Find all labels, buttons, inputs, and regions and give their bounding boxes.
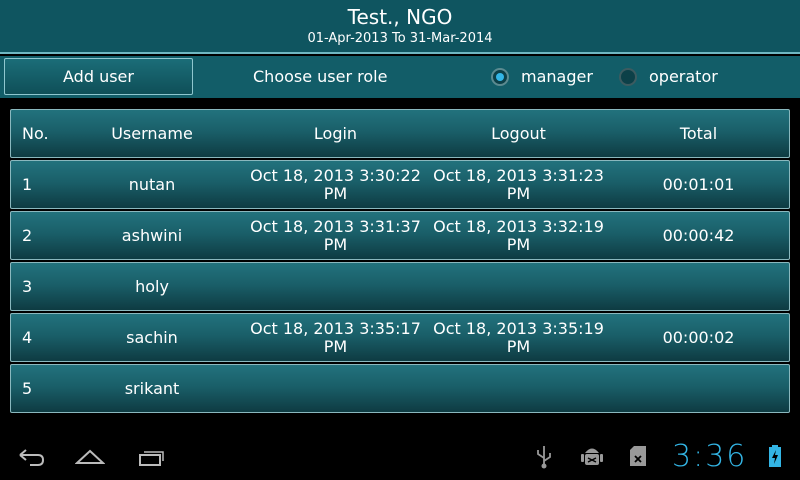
row-no: 2 <box>22 226 33 245</box>
row-no: 4 <box>22 328 33 347</box>
row-no: 3 <box>22 277 33 296</box>
row-logout: Oct 18, 2013 3:32:19 PM <box>433 216 604 254</box>
row-no: 1 <box>22 175 33 194</box>
row-logout: Oct 18, 2013 3:35:19 PM <box>433 318 604 356</box>
row-logout <box>426 365 611 412</box>
back-icon[interactable] <box>16 446 46 472</box>
row-logout <box>426 263 611 310</box>
app-title: Test., NGO <box>347 5 453 29</box>
table-row[interactable]: 3 holy <box>10 262 790 311</box>
manager-radio-label[interactable]: manager <box>521 67 593 86</box>
toolbar: Add user Choose user role manager operat… <box>0 56 800 98</box>
row-username: srikant <box>124 379 180 398</box>
table-row[interactable]: 4 sachin Oct 18, 2013 3:35:17 PM Oct 18,… <box>10 313 790 362</box>
table-row[interactable]: 1 nutan Oct 18, 2013 3:30:22 PM Oct 18, … <box>10 160 790 209</box>
status-clock: 3:36 <box>672 439 748 474</box>
row-login: Oct 18, 2013 3:35:17 PM <box>250 318 421 356</box>
system-navigation-bar: 3:36 <box>0 432 800 480</box>
header-username: Username <box>111 124 193 143</box>
row-no: 5 <box>22 379 33 398</box>
operator-radio-label[interactable]: operator <box>649 67 718 86</box>
row-login: Oct 18, 2013 3:31:37 PM <box>250 216 421 254</box>
operator-radio[interactable] <box>619 68 637 86</box>
row-login: Oct 18, 2013 3:30:22 PM <box>250 165 421 203</box>
user-table: No. Username Login Logout Total 1 nutan … <box>0 98 800 432</box>
row-total: 00:01:01 <box>662 175 735 194</box>
usb-icon <box>535 444 553 474</box>
home-icon[interactable] <box>74 446 106 472</box>
row-username: holy <box>135 277 169 296</box>
android-debug-icon <box>580 443 604 473</box>
battery-charging-icon <box>768 444 782 472</box>
row-username: ashwini <box>121 226 183 245</box>
role-label: Choose user role <box>253 67 388 86</box>
manager-radio[interactable] <box>491 68 509 86</box>
table-row[interactable]: 2 ashwini Oct 18, 2013 3:31:37 PM Oct 18… <box>10 211 790 260</box>
row-login <box>243 365 428 412</box>
recent-apps-icon[interactable] <box>137 446 167 472</box>
row-username: nutan <box>128 175 176 194</box>
row-total: 00:00:02 <box>662 328 735 347</box>
period-subtitle: 01-Apr-2013 To 31-Mar-2014 <box>307 31 493 46</box>
header-no: No. <box>22 124 49 143</box>
row-total <box>631 365 766 412</box>
header-logout: Logout <box>491 123 546 143</box>
sd-card-icon <box>628 444 648 472</box>
row-total <box>631 263 766 310</box>
row-username: sachin <box>126 328 178 347</box>
table-header-row: No. Username Login Logout Total <box>10 109 790 158</box>
app-header: Test., NGO 01-Apr-2013 To 31-Mar-2014 <box>0 0 800 54</box>
add-user-button[interactable]: Add user <box>4 58 193 95</box>
row-logout: Oct 18, 2013 3:31:23 PM <box>433 165 604 203</box>
row-total: 00:00:42 <box>662 226 735 245</box>
header-login: Login <box>313 123 358 143</box>
table-row[interactable]: 5 srikant <box>10 364 790 413</box>
header-total: Total <box>679 124 718 143</box>
row-login <box>243 263 428 310</box>
